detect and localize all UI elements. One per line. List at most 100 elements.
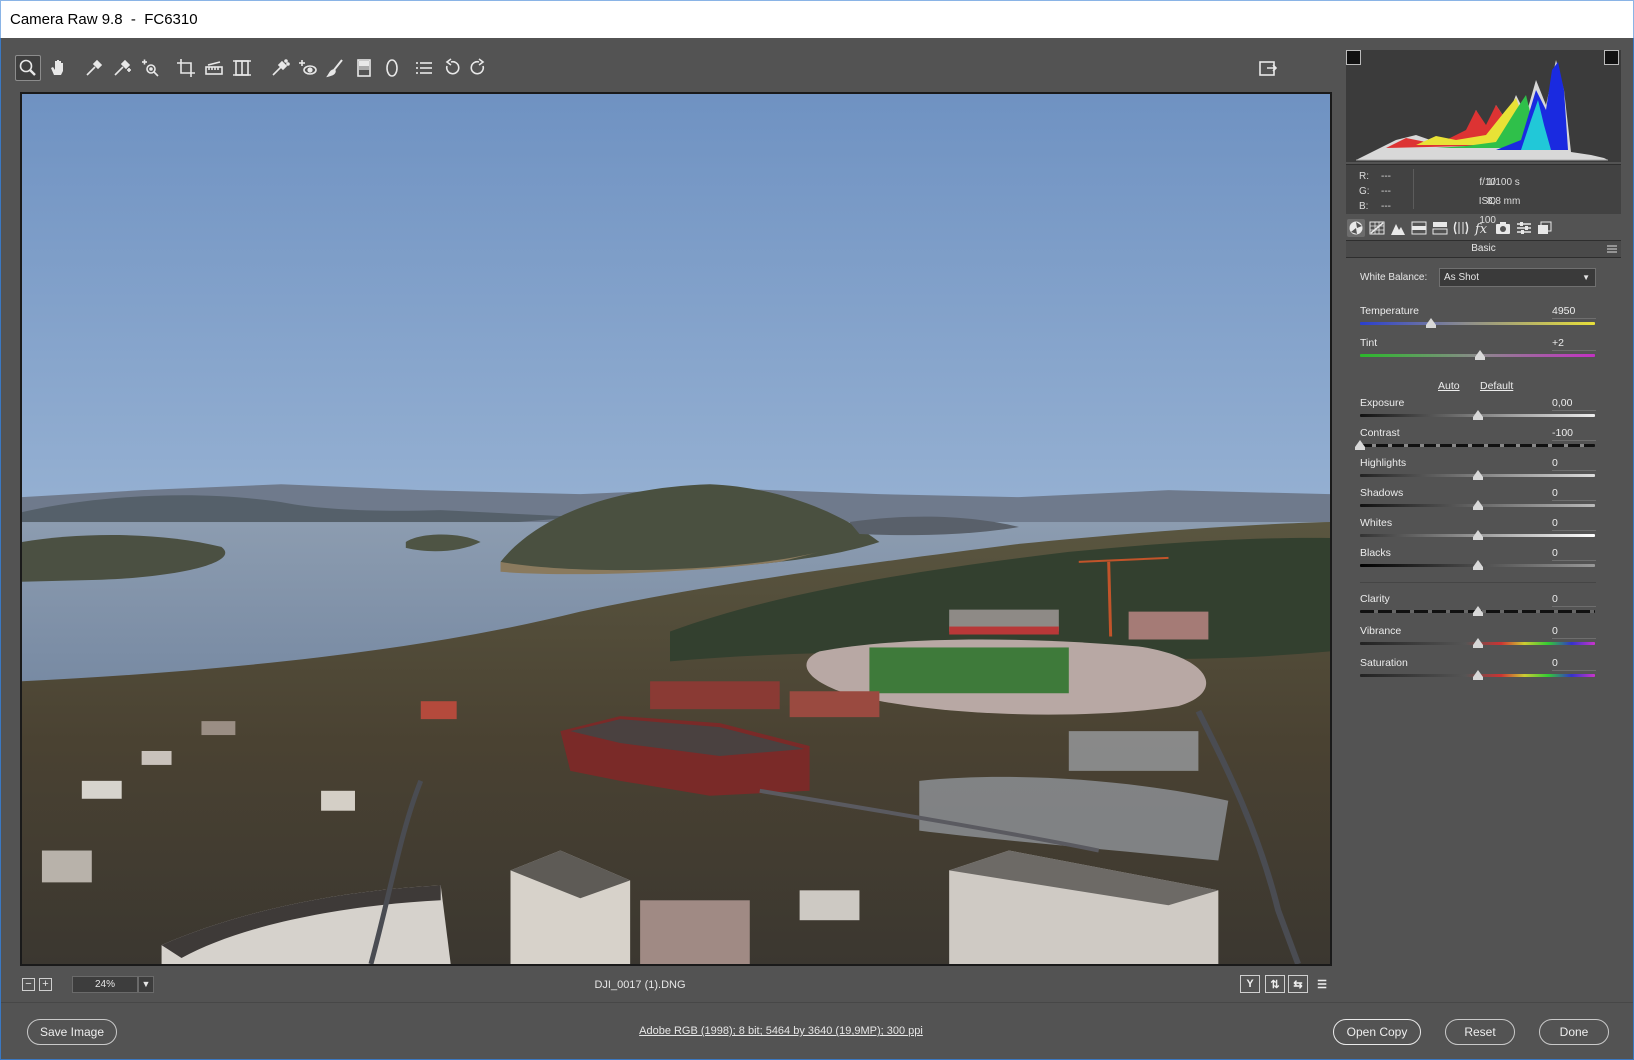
panel-menu-icon[interactable] [1607,244,1617,254]
saturation-slider[interactable]: Saturation 0 [1360,657,1610,687]
before-after-icon[interactable]: ⇅ [1265,975,1285,993]
section-divider [1360,582,1596,583]
white-balance-value: As Shot [1444,272,1480,283]
radial-filter-icon[interactable] [379,55,405,81]
exposure-slider[interactable]: Exposure 0,00 [1360,397,1610,427]
temperature-slider[interactable]: Temperature 4950 [1360,305,1610,335]
contrast-thumb[interactable] [1355,440,1365,450]
window-title-bar: Camera Raw 9.8 - FC6310 [0,0,1634,38]
contrast-track[interactable] [1360,444,1595,447]
temperature-track[interactable] [1360,322,1595,325]
b-value: --- [1381,201,1391,212]
svg-text:fx: fx [1474,222,1488,236]
before-after-y-button[interactable]: Y [1240,975,1260,993]
preferences-icon[interactable] [411,55,437,81]
zoom-tool-icon[interactable] [15,55,41,81]
tint-slider[interactable]: Tint +2 [1360,337,1610,367]
hand-tool-icon[interactable] [45,55,71,81]
whites-label: Whites [1360,517,1393,529]
saturation-value[interactable]: 0 [1552,657,1596,671]
g-value: --- [1381,186,1391,197]
split-toning-tab-icon[interactable] [1431,219,1449,237]
panel-header: Basic [1346,240,1621,258]
white-balance-label: White Balance: [1360,272,1428,283]
snapshots-tab-icon[interactable] [1536,219,1554,237]
crop-tool-icon[interactable] [173,55,199,81]
contrast-slider[interactable]: Contrast -100 [1355,427,1610,457]
chevron-down-icon: ▼ [1582,273,1590,282]
histogram-graph [1356,60,1608,161]
saturation-thumb[interactable] [1472,670,1483,680]
color-sampler-tool-icon[interactable] [109,55,135,81]
focal-length: 8,8 mm [1487,196,1521,207]
right-panel: R: --- G: --- B: --- f/10 ISO 100 1/100 s 8… [1346,44,1623,1004]
preview-status-bar: − + 24% ▼ DJI_0017 (1).DNG Y ⇅ ⇆ ☰ [20,974,1332,996]
auto-button[interactable]: Auto [1438,380,1460,392]
panel-tabs: fx [1346,216,1621,240]
hsl-tab-icon[interactable] [1410,219,1428,237]
straighten-tool-icon[interactable] [201,55,227,81]
toggle-fullscreen-icon[interactable] [1255,55,1281,81]
exposure-value[interactable]: 0,00 [1552,397,1596,411]
vibrance-value[interactable]: 0 [1552,625,1596,639]
default-button[interactable]: Default [1480,380,1513,392]
contrast-value[interactable]: -100 [1552,427,1596,441]
camera-calibration-tab-icon[interactable] [1494,219,1512,237]
blacks-label: Blacks [1360,547,1391,559]
white-balance-select[interactable]: As Shot ▼ [1439,268,1596,287]
contrast-label: Contrast [1360,427,1400,439]
shadows-value[interactable]: 0 [1552,487,1596,501]
open-copy-button[interactable]: Open Copy [1333,1019,1421,1045]
vibrance-slider[interactable]: Vibrance 0 [1360,625,1610,655]
rotate-right-icon[interactable] [465,55,491,81]
lens-corrections-tab-icon[interactable] [1452,219,1470,237]
blacks-value[interactable]: 0 [1552,547,1596,561]
vibrance-label: Vibrance [1360,625,1402,637]
landscape-photo [22,94,1330,964]
whites-slider[interactable]: Whites 0 [1360,517,1610,547]
blacks-slider[interactable]: Blacks 0 [1360,547,1610,577]
b-label: B: [1359,201,1369,212]
readout-divider [1413,169,1414,209]
whites-value[interactable]: 0 [1552,517,1596,531]
adjustment-brush-icon[interactable] [323,55,349,81]
settings-icon[interactable]: ☰ [1312,975,1332,993]
done-button[interactable]: Done [1539,1019,1609,1045]
bottom-bar: Save Image Adobe RGB (1998); 8 bit; 5464… [1,1002,1633,1059]
swap-icon[interactable]: ⇆ [1288,975,1308,993]
vibrance-thumb[interactable] [1472,638,1483,648]
tint-thumb[interactable] [1474,350,1485,360]
image-preview[interactable] [20,92,1332,966]
highlights-thumb[interactable] [1472,470,1483,480]
temperature-value[interactable]: 4950 [1552,305,1596,319]
highlights-value[interactable]: 0 [1552,457,1596,471]
presets-tab-icon[interactable] [1515,219,1533,237]
saturation-label: Saturation [1360,657,1408,669]
basic-tab-icon[interactable] [1347,219,1365,237]
clarity-slider[interactable]: Clarity 0 [1360,593,1610,623]
clarity-thumb[interactable] [1472,606,1483,616]
blacks-thumb[interactable] [1472,560,1483,570]
highlights-slider[interactable]: Highlights 0 [1360,457,1610,487]
targeted-adjustment-tool-icon[interactable] [137,55,163,81]
reset-button[interactable]: Reset [1445,1019,1515,1045]
spot-removal-tool-icon[interactable] [267,55,293,81]
temperature-thumb[interactable] [1425,318,1436,328]
white-balance-tool-icon[interactable] [81,55,107,81]
red-eye-tool-icon[interactable] [295,55,321,81]
clarity-label: Clarity [1360,593,1390,605]
detail-tab-icon[interactable] [1389,219,1407,237]
shadows-slider[interactable]: Shadows 0 [1360,487,1610,517]
clarity-value[interactable]: 0 [1552,593,1596,607]
graduated-filter-icon[interactable] [351,55,377,81]
shadows-thumb[interactable] [1472,500,1483,510]
rotate-left-icon[interactable] [439,55,465,81]
effects-tab-icon[interactable]: fx [1473,219,1491,237]
tint-value[interactable]: +2 [1552,337,1596,351]
file-name: DJI_0017 (1).DNG [594,979,686,991]
tone-curve-tab-icon[interactable] [1368,219,1386,237]
exposure-thumb[interactable] [1472,410,1483,420]
transform-tool-icon[interactable] [229,55,255,81]
whites-thumb[interactable] [1472,530,1483,540]
workflow-options-link[interactable]: Adobe RGB (1998); 8 bit; 5464 by 3640 (1… [1,1025,1561,1037]
